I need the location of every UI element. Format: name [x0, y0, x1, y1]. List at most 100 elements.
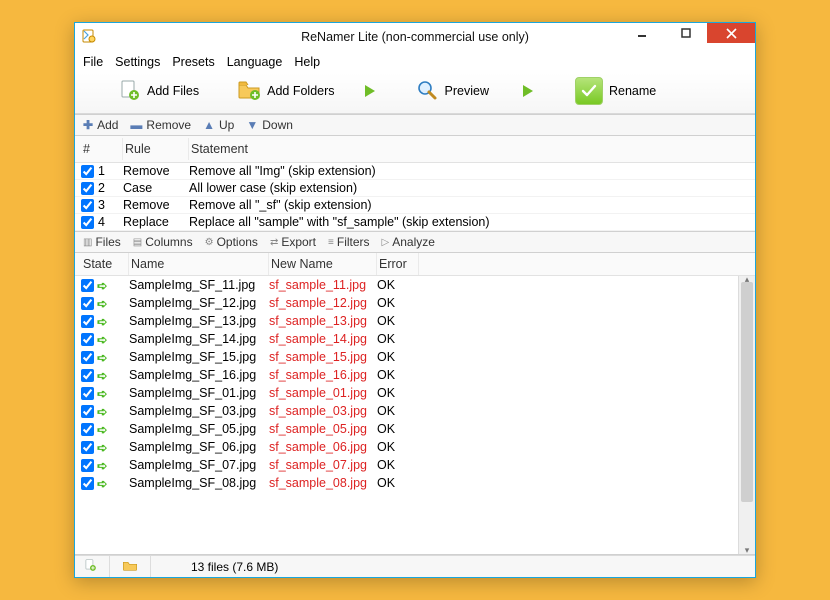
file-newname: sf_sample_06.jpg: [269, 440, 377, 454]
file-checkbox[interactable]: [81, 279, 94, 292]
files-menu[interactable]: ▥Files: [83, 235, 121, 249]
col-newname[interactable]: New Name: [269, 253, 377, 275]
arrow-up-icon: ▲: [203, 118, 215, 132]
file-checkbox[interactable]: [81, 477, 94, 490]
file-row[interactable]: ➪SampleImg_SF_06.jpgsf_sample_06.jpgOK: [75, 438, 738, 456]
add-files-button[interactable]: Add Files: [117, 78, 199, 105]
col-error[interactable]: Error: [377, 253, 419, 275]
status-add-folder[interactable]: [122, 556, 151, 577]
file-name: SampleImg_SF_12.jpg: [129, 296, 269, 310]
rule-number: 2: [98, 181, 105, 195]
minus-icon: ▬: [130, 118, 142, 132]
file-checkbox[interactable]: [81, 297, 94, 310]
filters-label: Filters: [337, 235, 370, 249]
file-checkbox[interactable]: [81, 459, 94, 472]
file-row[interactable]: ➪SampleImg_SF_13.jpgsf_sample_13.jpgOK: [75, 312, 738, 330]
rule-number: 4: [98, 215, 105, 229]
menu-settings[interactable]: Settings: [115, 55, 160, 69]
menu-help[interactable]: Help: [294, 55, 320, 69]
title-bar[interactable]: ReNamer Lite (non-commercial use only): [75, 23, 755, 51]
file-newname: sf_sample_13.jpg: [269, 314, 377, 328]
rule-number: 1: [98, 164, 105, 178]
rule-statement: Remove all "_sf" (skip extension): [189, 198, 749, 212]
rule-type: Remove: [123, 164, 189, 178]
file-name: SampleImg_SF_05.jpg: [129, 422, 269, 436]
file-error: OK: [377, 476, 419, 490]
files-list[interactable]: ➪SampleImg_SF_11.jpgsf_sample_11.jpgOK➪S…: [75, 276, 738, 554]
file-error: OK: [377, 440, 419, 454]
arrow-right-icon: ➪: [97, 278, 107, 293]
file-name: SampleImg_SF_15.jpg: [129, 350, 269, 364]
file-name: SampleImg_SF_08.jpg: [129, 476, 269, 490]
status-text: 13 files (7.6 MB): [163, 556, 290, 577]
file-error: OK: [377, 458, 419, 472]
file-checkbox[interactable]: [81, 351, 94, 364]
main-toolbar: Add Files Add Folders Preview Rename: [75, 73, 755, 114]
rename-button[interactable]: Rename: [575, 77, 656, 105]
file-row[interactable]: ➪SampleImg_SF_08.jpgsf_sample_08.jpgOK: [75, 474, 738, 492]
file-checkbox[interactable]: [81, 387, 94, 400]
col-state[interactable]: State: [81, 253, 129, 275]
status-add-file[interactable]: [83, 556, 110, 577]
file-row[interactable]: ➪SampleImg_SF_12.jpgsf_sample_12.jpgOK: [75, 294, 738, 312]
rule-checkbox[interactable]: [81, 216, 94, 229]
rule-down-label: Down: [262, 118, 293, 132]
arrow-right-icon: ➪: [97, 440, 107, 455]
col-num[interactable]: #: [81, 138, 123, 160]
analyze-menu[interactable]: ▷Analyze: [382, 235, 435, 249]
add-files-label: Add Files: [147, 84, 199, 98]
file-checkbox[interactable]: [81, 423, 94, 436]
rule-add-button[interactable]: ✚ Add: [83, 118, 118, 132]
scroll-down-icon[interactable]: ▾: [739, 545, 755, 556]
file-checkbox[interactable]: [81, 369, 94, 382]
filters-menu[interactable]: ≡Filters: [328, 235, 370, 249]
file-checkbox[interactable]: [81, 405, 94, 418]
app-window: ReNamer Lite (non-commercial use only) F…: [74, 22, 756, 578]
file-row[interactable]: ➪SampleImg_SF_14.jpgsf_sample_14.jpgOK: [75, 330, 738, 348]
file-row[interactable]: ➪SampleImg_SF_16.jpgsf_sample_16.jpgOK: [75, 366, 738, 384]
rule-down-button[interactable]: ▼ Down: [246, 118, 293, 132]
arrow-right-icon: ➪: [97, 314, 107, 329]
vertical-scrollbar[interactable]: ▴ ▾: [738, 276, 755, 554]
file-row[interactable]: ➪SampleImg_SF_05.jpgsf_sample_05.jpgOK: [75, 420, 738, 438]
col-rule[interactable]: Rule: [123, 138, 189, 160]
rule-remove-button[interactable]: ▬ Remove: [130, 118, 191, 132]
file-row[interactable]: ➪SampleImg_SF_11.jpgsf_sample_11.jpgOK: [75, 276, 738, 294]
scroll-thumb[interactable]: [741, 282, 753, 502]
columns-menu[interactable]: ▤Columns: [133, 235, 193, 249]
menu-presets[interactable]: Presets: [172, 55, 214, 69]
file-newname: sf_sample_07.jpg: [269, 458, 377, 472]
file-newname: sf_sample_12.jpg: [269, 296, 377, 310]
rule-checkbox[interactable]: [81, 182, 94, 195]
preview-button[interactable]: Preview: [415, 78, 489, 105]
minimize-button[interactable]: [619, 23, 663, 43]
file-row[interactable]: ➪SampleImg_SF_15.jpgsf_sample_15.jpgOK: [75, 348, 738, 366]
col-name[interactable]: Name: [129, 253, 269, 275]
add-folders-button[interactable]: Add Folders: [237, 78, 334, 105]
rule-row[interactable]: 1RemoveRemove all "Img" (skip extension): [75, 163, 755, 180]
rule-checkbox[interactable]: [81, 199, 94, 212]
arrow-right-icon: ➪: [97, 332, 107, 347]
menu-language[interactable]: Language: [227, 55, 283, 69]
file-name: SampleImg_SF_13.jpg: [129, 314, 269, 328]
rule-row[interactable]: 2CaseAll lower case (skip extension): [75, 180, 755, 197]
file-checkbox[interactable]: [81, 333, 94, 346]
file-row[interactable]: ➪SampleImg_SF_03.jpgsf_sample_03.jpgOK: [75, 402, 738, 420]
export-menu[interactable]: ⇄Export: [270, 235, 316, 249]
file-checkbox[interactable]: [81, 315, 94, 328]
rule-row[interactable]: 3RemoveRemove all "_sf" (skip extension): [75, 197, 755, 214]
col-stmt[interactable]: Statement: [189, 138, 749, 160]
options-menu[interactable]: ⚙Options: [205, 235, 258, 249]
maximize-button[interactable]: [663, 23, 707, 43]
rule-checkbox[interactable]: [81, 165, 94, 178]
file-row[interactable]: ➪SampleImg_SF_07.jpgsf_sample_07.jpgOK: [75, 456, 738, 474]
close-button[interactable]: [707, 23, 755, 43]
preview-label: Preview: [445, 84, 489, 98]
rule-row[interactable]: 4ReplaceReplace all "sample" with "sf_sa…: [75, 214, 755, 231]
file-name: SampleImg_SF_03.jpg: [129, 404, 269, 418]
file-row[interactable]: ➪SampleImg_SF_01.jpgsf_sample_01.jpgOK: [75, 384, 738, 402]
file-checkbox[interactable]: [81, 441, 94, 454]
menu-file[interactable]: File: [83, 55, 103, 69]
rule-number: 3: [98, 198, 105, 212]
rule-up-button[interactable]: ▲ Up: [203, 118, 234, 132]
